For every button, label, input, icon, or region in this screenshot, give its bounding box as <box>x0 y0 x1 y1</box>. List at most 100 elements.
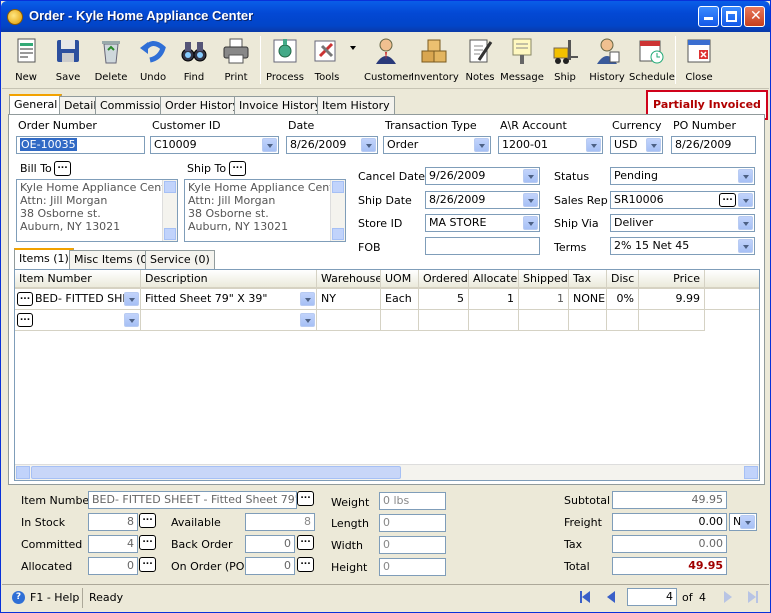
chevron-down-icon[interactable] <box>523 169 538 183</box>
process-button[interactable]: Process <box>264 34 306 86</box>
order-number-input[interactable]: OE-10035 <box>16 136 145 154</box>
chevron-down-icon[interactable] <box>523 216 538 230</box>
col-shipped[interactable]: Shipped <box>519 270 569 289</box>
bill-to-address[interactable]: Kyle Home Appliance Center Attn: Jill Mo… <box>16 179 178 242</box>
cell-price[interactable]: 9.99 <box>639 289 705 310</box>
cell-shipped[interactable]: 1 <box>519 289 569 310</box>
close-window-button[interactable]: ✕ <box>744 6 765 27</box>
item-number-lookup-button[interactable]: ... <box>297 491 314 506</box>
cell-allocate[interactable]: 1 <box>469 289 519 310</box>
print-button[interactable]: Print <box>216 34 256 86</box>
date-picker[interactable]: 8/26/2009 <box>286 136 378 154</box>
chevron-down-icon[interactable] <box>124 313 139 327</box>
col-price[interactable]: Price <box>639 270 705 289</box>
chevron-down-icon[interactable] <box>738 216 753 230</box>
chevron-down-icon[interactable] <box>300 292 315 306</box>
history-button[interactable]: History <box>587 34 627 86</box>
minimize-button[interactable] <box>698 6 719 27</box>
chevron-down-icon[interactable] <box>646 138 661 152</box>
col-tax[interactable]: Tax <box>569 270 607 289</box>
new-row-cell[interactable] <box>519 310 569 331</box>
delete-button[interactable]: Delete <box>90 34 132 86</box>
tools-button[interactable]: Tools <box>307 34 357 86</box>
last-page-icon[interactable] <box>748 591 756 603</box>
chevron-down-icon[interactable] <box>262 138 277 152</box>
in-stock-lookup-button[interactable]: ... <box>139 513 156 528</box>
freight-input[interactable]: 0.00 <box>612 513 727 531</box>
new-row-cell[interactable] <box>569 310 607 331</box>
cell-ordered[interactable]: 5 <box>419 289 469 310</box>
chevron-down-icon[interactable] <box>523 193 538 207</box>
fob-input[interactable] <box>425 237 540 255</box>
item-lookup-button[interactable]: ... <box>17 313 33 327</box>
chevron-down-icon[interactable] <box>738 169 753 183</box>
chevron-down-icon[interactable] <box>124 292 139 306</box>
tab-invoice-history[interactable]: Invoice History <box>234 96 326 116</box>
tab-service[interactable]: Service (0) <box>145 250 215 269</box>
bill-to-lookup-button[interactable]: ... <box>54 161 71 176</box>
tab-general[interactable]: General <box>9 94 63 116</box>
col-uom[interactable]: UOM <box>381 270 419 289</box>
cell-description-box[interactable]: Fitted Sheet 79" X 39" <box>141 289 317 310</box>
cell-uom[interactable]: Each <box>381 289 419 310</box>
cancel-date-picker[interactable]: 9/26/2009 <box>425 167 540 185</box>
scroll-thumb[interactable] <box>31 466 401 479</box>
new-row-description[interactable] <box>141 310 317 331</box>
new-row-cell[interactable] <box>639 310 705 331</box>
new-row-cell[interactable] <box>317 310 381 331</box>
chevron-down-icon[interactable] <box>586 138 601 152</box>
find-button[interactable]: Find <box>174 34 214 86</box>
status-select[interactable]: Pending <box>610 167 755 185</box>
chevron-down-icon[interactable] <box>474 138 489 152</box>
first-page-icon[interactable] <box>582 591 590 603</box>
title-bar[interactable]: Order - Kyle Home Appliance Center ✕ <box>1 1 770 32</box>
maximize-button[interactable] <box>721 6 742 27</box>
tools-dropdown-arrow-icon[interactable] <box>350 46 356 50</box>
ship-via-select[interactable]: Deliver <box>610 214 755 232</box>
store-id-select[interactable]: MA STORE <box>425 214 540 232</box>
undo-button[interactable]: Undo <box>133 34 173 86</box>
schedule-button[interactable]: Schedule <box>629 34 675 86</box>
currency-select[interactable]: USD <box>610 136 663 154</box>
ship-to-lookup-button[interactable]: ... <box>229 161 246 176</box>
message-button[interactable]: Message <box>500 34 544 86</box>
allocated-lookup-button[interactable]: ... <box>139 557 156 572</box>
tab-item-history[interactable]: Item History <box>317 96 395 116</box>
ship-to-scrollbar[interactable] <box>330 180 345 241</box>
tab-order-history[interactable]: Order History <box>160 96 244 116</box>
sales-rep-select[interactable]: SR10006... <box>610 191 755 209</box>
new-row-cell[interactable] <box>381 310 419 331</box>
close-button[interactable]: Close <box>680 34 718 86</box>
new-row-cell[interactable] <box>419 310 469 331</box>
cell-tax[interactable]: NONE <box>569 289 607 310</box>
chevron-down-icon[interactable] <box>738 193 753 207</box>
save-button[interactable]: Save <box>48 34 88 86</box>
scroll-right-icon[interactable] <box>744 466 758 479</box>
col-ordered[interactable]: Ordered <box>419 270 469 289</box>
inventory-button[interactable]: Inventory <box>411 34 459 86</box>
cell-disc[interactable]: 0% <box>607 289 639 310</box>
po-number-input[interactable]: 8/26/2009 <box>671 136 756 154</box>
tab-items[interactable]: Items (1) <box>14 248 74 269</box>
on-order-lookup-button[interactable]: ... <box>297 557 314 572</box>
ship-button[interactable]: Ship <box>546 34 584 86</box>
tab-misc-items[interactable]: Misc Items (0) <box>69 250 157 269</box>
col-disc[interactable]: Disc <box>607 270 639 289</box>
help-icon[interactable]: ? <box>12 591 25 604</box>
grid-horizontal-scrollbar[interactable] <box>15 464 759 480</box>
chevron-down-icon[interactable] <box>740 515 755 529</box>
last-page-bar-icon[interactable] <box>756 591 758 603</box>
col-warehouse[interactable]: Warehouse <box>317 270 381 289</box>
ship-to-address[interactable]: Kyle Home Appliance Center Attn: Jill Mo… <box>184 179 346 242</box>
terms-select[interactable]: 2% 15 Net 45 <box>610 237 755 255</box>
ship-date-picker[interactable]: 8/26/2009 <box>425 191 540 209</box>
freight-tax-code-select[interactable]: N <box>729 513 757 531</box>
bill-to-scrollbar[interactable] <box>162 180 177 241</box>
committed-lookup-button[interactable]: ... <box>139 535 156 550</box>
next-page-icon[interactable] <box>724 591 732 603</box>
customer-button[interactable]: Customer <box>364 34 413 86</box>
new-row-cell[interactable] <box>469 310 519 331</box>
prev-page-icon[interactable] <box>607 591 615 603</box>
page-number-input[interactable]: 4 <box>627 588 677 606</box>
scroll-left-icon[interactable] <box>16 466 30 479</box>
